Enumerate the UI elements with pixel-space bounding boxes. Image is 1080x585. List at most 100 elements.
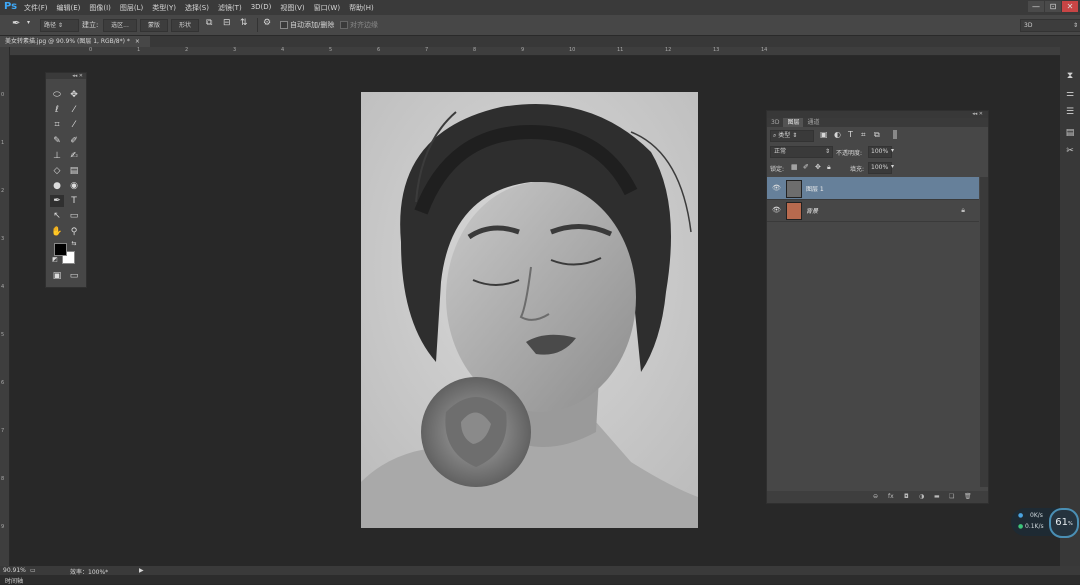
move-tool-icon[interactable]: ✥ xyxy=(67,89,81,101)
blend-mode-select[interactable]: 正常 ⇕ xyxy=(770,146,833,158)
actions-icon[interactable]: ▤ xyxy=(1064,127,1076,139)
panel-header[interactable]: ◂◂ ✕ xyxy=(46,73,86,79)
workspace-select[interactable]: 3D ⇕ xyxy=(1020,19,1080,32)
visibility-eye-icon[interactable]: 👁︎ xyxy=(772,206,781,214)
lock-transparency-icon[interactable]: ▦ xyxy=(791,163,798,171)
type-tool-icon[interactable]: T xyxy=(67,195,81,207)
path-operations-icon[interactable]: ⧉ xyxy=(206,18,212,28)
layer-row[interactable]: 👁︎ 图层 1 xyxy=(767,177,979,200)
visibility-eye-icon[interactable]: 👁︎ xyxy=(772,184,781,192)
layers-scrollbar[interactable] xyxy=(980,177,988,487)
screen-mode-icon[interactable]: ▭ xyxy=(67,270,81,282)
new-layer-icon[interactable]: ❏ xyxy=(949,493,954,500)
restore-button[interactable]: ⊡ xyxy=(1045,1,1061,12)
opacity-input[interactable]: 100% xyxy=(868,146,892,158)
fill-input[interactable]: 100% xyxy=(868,162,892,174)
lock-position-icon[interactable]: ✥ xyxy=(815,163,821,171)
trash-icon[interactable]: 🗑︎ xyxy=(964,493,972,500)
history-brush-tool-icon[interactable]: ✍ xyxy=(67,150,81,162)
filter-kind-select[interactable]: ⌕ 类型 ⇕ xyxy=(770,130,814,142)
align-edges-checkbox[interactable] xyxy=(340,21,348,29)
tab-layers[interactable]: 图层 xyxy=(783,118,804,127)
path-select-tool-icon[interactable]: ↖ xyxy=(50,210,64,222)
properties-icon[interactable]: ☰ xyxy=(1064,106,1076,118)
adjustment-icon[interactable]: ◑ xyxy=(919,493,924,500)
auto-add-delete-checkbox[interactable] xyxy=(280,21,288,29)
menu-select[interactable]: 选择(S) xyxy=(185,3,209,13)
tab-channels[interactable]: 通道 xyxy=(803,118,823,127)
status-icon[interactable]: ▭ xyxy=(30,567,36,574)
pen-tool-icon[interactable]: ✒ xyxy=(12,18,20,29)
blur-tool-icon[interactable]: ● xyxy=(50,180,64,192)
shape-filter-icon[interactable]: ⌗ xyxy=(861,130,866,140)
crop-tool-icon[interactable]: ⌗ xyxy=(50,119,64,131)
menu-image[interactable]: 图像(I) xyxy=(89,3,111,13)
minimize-button[interactable]: — xyxy=(1028,1,1044,12)
eyedropper-tool-icon[interactable]: ⁄ xyxy=(67,119,81,131)
menu-type[interactable]: 类型(Y) xyxy=(152,3,176,13)
brush-tool-icon[interactable]: ✐ xyxy=(67,135,81,147)
make-mask-button[interactable]: 蒙版 xyxy=(140,19,168,32)
menu-3d[interactable]: 3D(D) xyxy=(251,3,272,13)
document-tab[interactable]: 美女转素描.jpg @ 90.9% (图层 1, RGB/8*) * × xyxy=(0,36,150,47)
history-icon[interactable]: ⧗ xyxy=(1064,70,1076,82)
layer-row[interactable]: 👁︎ 背景 🔒︎ xyxy=(767,199,979,222)
document-image[interactable] xyxy=(361,92,698,528)
marquee-tool-icon[interactable]: ⬭ xyxy=(50,89,64,101)
close-icon[interactable]: × xyxy=(135,38,140,45)
path-arrangement-icon[interactable]: ⇅ xyxy=(240,18,248,28)
menu-window[interactable]: 窗口(W) xyxy=(314,3,340,13)
chevron-down-icon[interactable]: ▾ xyxy=(891,163,894,170)
menu-file[interactable]: 文件(F) xyxy=(24,3,48,13)
pixel-filter-icon[interactable]: ▣ xyxy=(820,130,828,139)
foreground-color-swatch[interactable] xyxy=(54,243,67,256)
play-icon[interactable]: ▶ xyxy=(139,567,144,574)
close-button[interactable]: ✕ xyxy=(1062,1,1078,12)
tools-icon[interactable]: ✂ xyxy=(1064,145,1076,157)
lasso-tool-icon[interactable]: ℓ xyxy=(50,104,64,116)
smart-object-filter-icon[interactable]: ⧉ xyxy=(874,130,880,140)
path-alignment-icon[interactable]: ⊟ xyxy=(223,18,231,28)
adjustments-icon[interactable]: ⚌ xyxy=(1064,88,1076,100)
mode-select[interactable]: 路径 ⇕ xyxy=(40,19,79,32)
swap-colors-icon[interactable]: ⇆ xyxy=(67,238,81,250)
type-filter-icon[interactable]: T xyxy=(848,130,853,139)
panel-header[interactable]: ◂◂ ✕ xyxy=(767,111,988,118)
dodge-tool-icon[interactable]: ◉ xyxy=(67,180,81,192)
folder-icon[interactable]: ▬ xyxy=(934,493,940,500)
menu-filter[interactable]: 滤镜(T) xyxy=(218,3,242,13)
chevron-down-icon[interactable]: ▾ xyxy=(891,147,894,154)
quick-select-tool-icon[interactable]: ⁄ xyxy=(67,104,81,116)
usage-gauge[interactable]: 61% xyxy=(1049,508,1079,538)
lock-all-icon[interactable]: 🔒︎ xyxy=(827,163,831,172)
filter-toggle[interactable] xyxy=(893,130,897,139)
zoom-tool-icon[interactable]: ⚲ xyxy=(67,226,81,238)
mask-icon[interactable]: ◘ xyxy=(904,493,909,500)
menu-help[interactable]: 帮助(H) xyxy=(349,3,374,13)
adjustment-filter-icon[interactable]: ◐ xyxy=(834,130,841,139)
zoom-level[interactable]: 90.91% xyxy=(3,567,26,574)
lock-label: 锁定: xyxy=(770,166,785,173)
menu-layer[interactable]: 图层(L) xyxy=(120,3,143,13)
chevron-down-icon[interactable]: ▾ xyxy=(27,19,30,26)
tab-3d[interactable]: 3D xyxy=(767,118,783,127)
gear-icon[interactable]: ⚙ xyxy=(263,18,271,28)
hand-tool-icon[interactable]: ✋ xyxy=(50,226,64,238)
menu-edit[interactable]: 编辑(E) xyxy=(57,3,81,13)
quick-mask-icon[interactable]: ▣ xyxy=(50,270,64,282)
network-speed-widget: ● 0K/s ● 0.1K/s 61% xyxy=(1011,508,1079,538)
make-shape-button[interactable]: 形状 xyxy=(171,19,199,32)
link-icon[interactable]: ⊖ xyxy=(873,493,878,500)
pen-tool-icon[interactable]: ✒ xyxy=(50,195,64,207)
menu-items: 文件(F) 编辑(E) 图像(I) 图层(L) 类型(Y) 选择(S) 滤镜(T… xyxy=(24,3,383,13)
stamp-tool-icon[interactable]: ⊥ xyxy=(50,150,64,162)
eraser-tool-icon[interactable]: ◇ xyxy=(50,165,64,177)
align-edges-label: 对齐边缘 xyxy=(350,21,378,29)
lock-pixels-icon[interactable]: ✐ xyxy=(803,163,809,171)
rectangle-tool-icon[interactable]: ▭ xyxy=(67,210,81,222)
fx-icon[interactable]: fx xyxy=(888,493,894,500)
make-selection-button[interactable]: 选区... xyxy=(103,19,137,32)
healing-brush-tool-icon[interactable]: ✎ xyxy=(50,135,64,147)
menu-view[interactable]: 视图(V) xyxy=(280,3,304,13)
gradient-tool-icon[interactable]: ▤ xyxy=(67,165,81,177)
